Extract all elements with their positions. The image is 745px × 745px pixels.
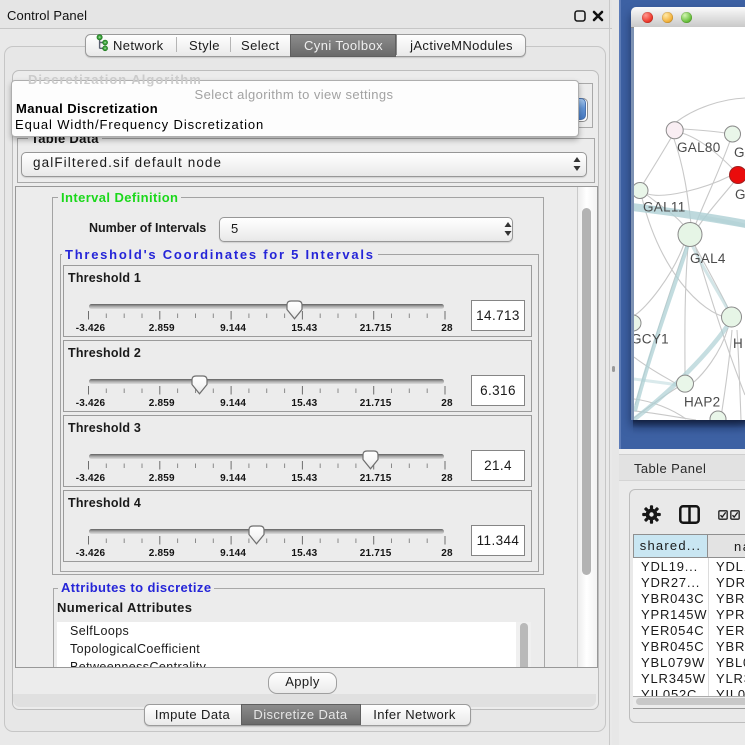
- svg-text:GAL4: GAL4: [690, 251, 726, 266]
- svg-text:H: H: [733, 336, 743, 351]
- svg-text:G: G: [735, 187, 745, 202]
- svg-text:GAL11: GAL11: [643, 200, 686, 215]
- svg-text:GAL80: GAL80: [677, 140, 721, 155]
- svg-text:GCY1: GCY1: [634, 332, 669, 347]
- svg-text:GA: GA: [734, 145, 745, 160]
- svg-text:HAP2: HAP2: [684, 395, 720, 410]
